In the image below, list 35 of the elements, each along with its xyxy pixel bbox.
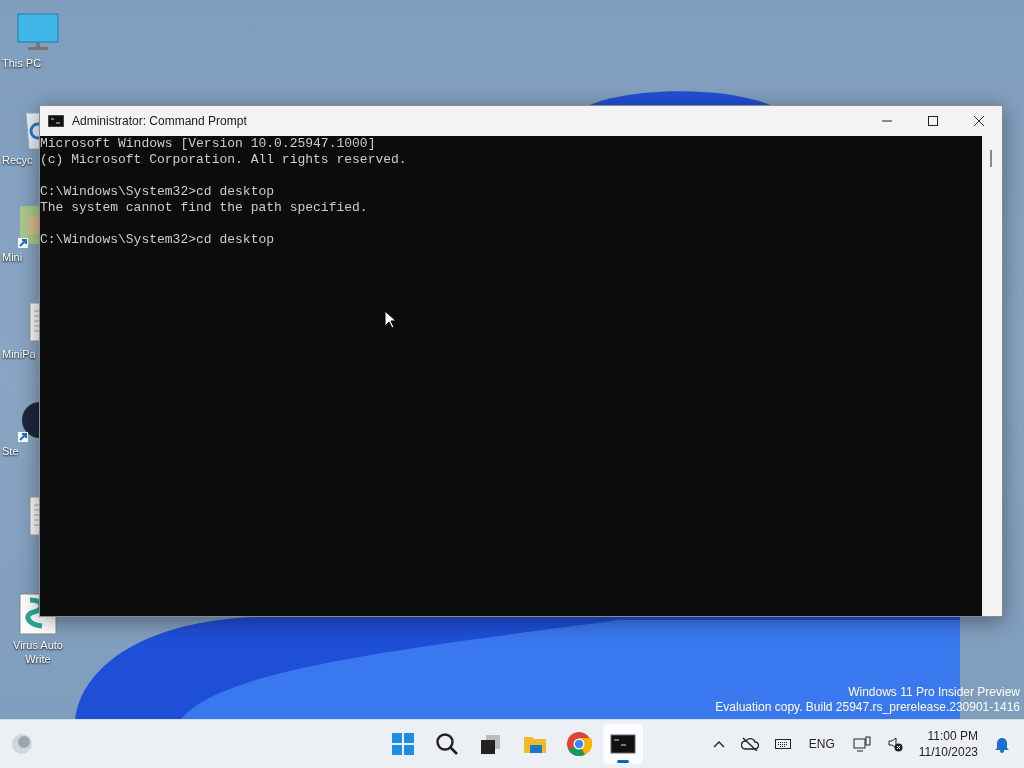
console-line: C:\Windows\System32>cd desktop — [40, 184, 275, 200]
desktop-icon-label: Recyc — [2, 153, 33, 167]
scrollbar-thumb[interactable] — [990, 150, 992, 167]
desktop-icon-label: Mini — [2, 250, 23, 264]
search-icon — [434, 731, 460, 757]
show-hidden-icons-icon — [712, 740, 725, 748]
console-icon — [48, 115, 64, 127]
desktop-icon-label: Ste — [2, 444, 19, 458]
terminal-icon — [610, 731, 636, 757]
console-line: (c) Microsoft Corporation. All rights reserved. — [40, 152, 407, 168]
date-text: 11/10/2023 — [918, 744, 978, 760]
network-icon — [852, 736, 871, 752]
weather-icon[interactable] — [11, 733, 33, 755]
cloud-offline-icon — [740, 737, 759, 751]
clock[interactable]: 11:00 PM 11/10/2023 — [912, 728, 984, 760]
console-line: Microsoft Windows [Version 10.0.25947.1000] — [40, 136, 376, 152]
window-title: Administrator: Command Prompt — [72, 114, 248, 128]
console-line: The system cannot find the path specified. — [40, 200, 368, 216]
desktop-icon-label: MiniPa — [2, 347, 36, 361]
evaluation-notice: Windows 11 Pro Insider Preview — [847, 685, 1020, 700]
mouse-cursor-icon — [384, 310, 396, 329]
desktop-icon-label: Virus Auto Write — [12, 638, 64, 666]
desktop-icon-label: This PC — [2, 56, 42, 70]
windows-logo-icon — [390, 731, 416, 757]
command-prompt-button[interactable] — [603, 724, 643, 764]
time-text: 11:00 PM — [926, 728, 978, 744]
language-indicator[interactable]: ENG — [800, 726, 843, 762]
console-line: C:\Windows\System32>cd desktop — [40, 232, 275, 248]
chrome-logo-icon — [566, 731, 592, 757]
evaluation-notice: Evaluation copy. Build 25947.rs_prerelease.230901-1416 — [715, 700, 1020, 715]
close-icon — [973, 116, 985, 126]
notifications-icon — [994, 735, 1010, 753]
maximize-icon — [927, 116, 939, 126]
volume-muted-icon — [886, 736, 903, 752]
keyboard-icon — [774, 738, 791, 750]
